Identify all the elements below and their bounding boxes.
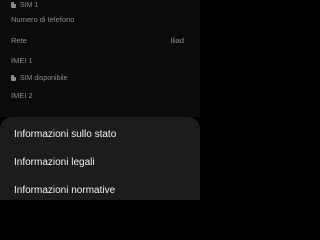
sim1-header-label: SIM 1 xyxy=(20,1,39,9)
background-status-screen: SIM 1 Numero di telefono Rete Iliad IMEI… xyxy=(0,0,200,117)
info-bottom-sheet: Informazioni sullo stato Informazioni le… xyxy=(0,117,200,200)
sim-card-icon xyxy=(11,2,16,8)
sim-available-label: SIM disponibile xyxy=(20,74,68,82)
sim1-header: SIM 1 xyxy=(11,0,38,10)
network-label: Rete xyxy=(11,36,27,45)
phone-number-label: Numero di telefono xyxy=(11,15,75,24)
status-info-label: Informazioni sullo stato xyxy=(14,128,117,140)
imei1-label: IMEI 1 xyxy=(11,56,33,65)
sim-card-icon xyxy=(11,75,16,81)
imei2-label: IMEI 2 xyxy=(11,91,33,100)
legal-info-item[interactable]: Informazioni legali xyxy=(14,154,95,170)
status-info-item[interactable]: Informazioni sullo stato xyxy=(14,126,116,142)
legal-info-label: Informazioni legali xyxy=(14,156,95,168)
sim-available-header: SIM disponibile xyxy=(11,73,67,83)
regulatory-info-item[interactable]: Informazioni normative xyxy=(14,182,115,198)
regulatory-info-label: Informazioni normative xyxy=(14,184,116,196)
network-value: Iliad xyxy=(170,36,184,45)
